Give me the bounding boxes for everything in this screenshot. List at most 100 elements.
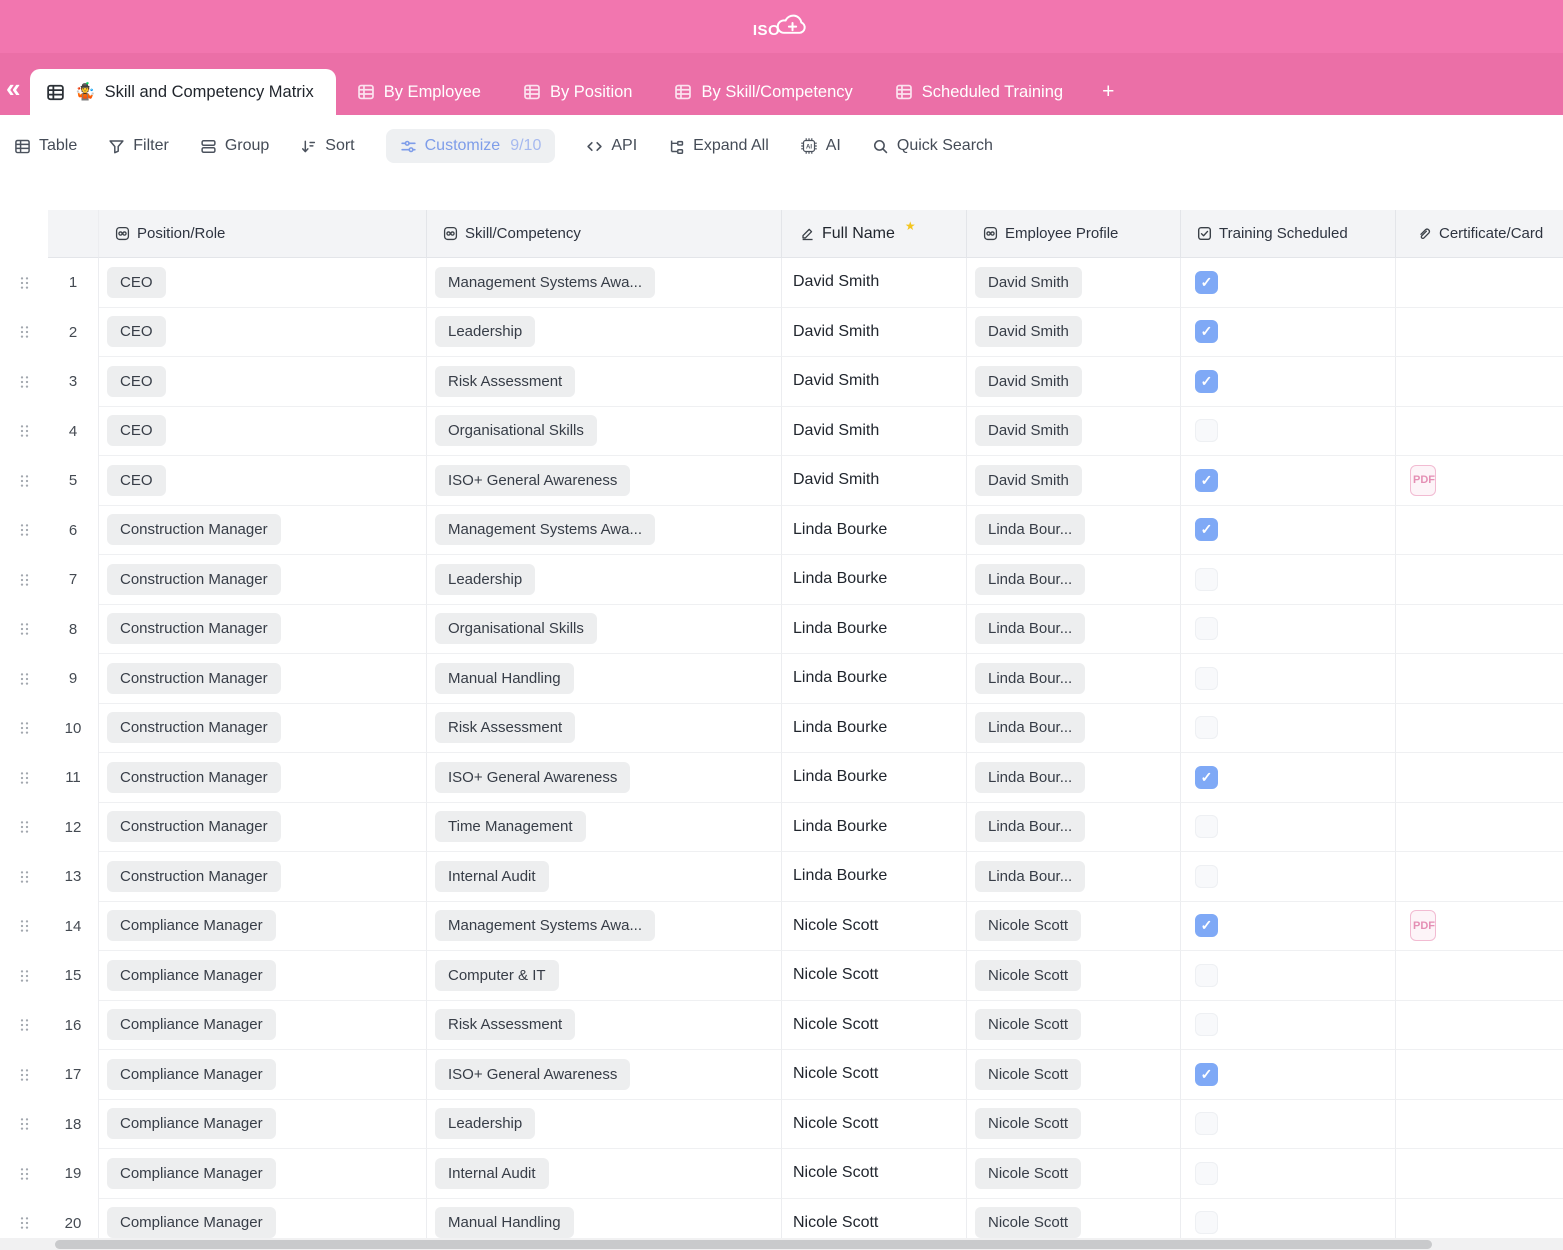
drag-handle-icon[interactable] bbox=[20, 523, 29, 537]
employee-profile-cell[interactable]: Linda Bour... bbox=[967, 803, 1181, 853]
full-name-cell[interactable]: David Smith bbox=[782, 407, 967, 457]
training-scheduled-cell[interactable] bbox=[1181, 1001, 1396, 1051]
position-role-cell[interactable]: CEO bbox=[99, 407, 427, 457]
column-header-training-scheduled[interactable]: Training Scheduled bbox=[1181, 210, 1396, 258]
table-row[interactable]: 6 Construction Manager Management System… bbox=[0, 506, 1563, 556]
training-scheduled-cell[interactable] bbox=[1181, 308, 1396, 358]
training-checkbox[interactable] bbox=[1195, 964, 1218, 987]
full-name-cell[interactable]: Nicole Scott bbox=[782, 951, 967, 1001]
skill-competency-cell[interactable]: Time Management bbox=[427, 803, 782, 853]
training-scheduled-cell[interactable] bbox=[1181, 1050, 1396, 1100]
full-name-cell[interactable]: Linda Bourke bbox=[782, 654, 967, 704]
employee-profile-cell[interactable]: Nicole Scott bbox=[967, 902, 1181, 952]
training-checkbox[interactable] bbox=[1195, 419, 1218, 442]
employee-profile-tag[interactable]: Linda Bour... bbox=[975, 514, 1085, 545]
training-checkbox[interactable] bbox=[1195, 865, 1218, 888]
position-tag[interactable]: CEO bbox=[107, 366, 166, 397]
drag-handle-icon[interactable] bbox=[20, 721, 29, 735]
position-tag[interactable]: Construction Manager bbox=[107, 514, 281, 545]
employee-profile-cell[interactable]: David Smith bbox=[967, 357, 1181, 407]
position-role-cell[interactable]: CEO bbox=[99, 308, 427, 358]
table-row[interactable]: 18 Compliance Manager Leadership Nicole … bbox=[0, 1100, 1563, 1150]
training-checkbox[interactable] bbox=[1195, 469, 1218, 492]
position-role-cell[interactable]: Construction Manager bbox=[99, 803, 427, 853]
employee-profile-tag[interactable]: David Smith bbox=[975, 267, 1082, 298]
employee-profile-cell[interactable]: Linda Bour... bbox=[967, 506, 1181, 556]
skill-competency-cell[interactable]: Organisational Skills bbox=[427, 407, 782, 457]
full-name-cell[interactable]: David Smith bbox=[782, 258, 967, 308]
employee-profile-tag[interactable]: David Smith bbox=[975, 465, 1082, 496]
table-row[interactable]: 5 CEO ISO+ General Awareness David Smith… bbox=[0, 456, 1563, 506]
certificate-card-cell[interactable] bbox=[1396, 704, 1563, 754]
horizontal-scrollbar-thumb[interactable] bbox=[55, 1240, 1432, 1249]
certificate-card-cell[interactable] bbox=[1396, 605, 1563, 655]
full-name-cell[interactable]: Nicole Scott bbox=[782, 902, 967, 952]
collapse-sidebar-icon[interactable]: « bbox=[0, 75, 30, 115]
employee-profile-cell[interactable]: Linda Bour... bbox=[967, 555, 1181, 605]
skill-competency-cell[interactable]: Organisational Skills bbox=[427, 605, 782, 655]
training-scheduled-cell[interactable] bbox=[1181, 605, 1396, 655]
training-scheduled-cell[interactable] bbox=[1181, 456, 1396, 506]
certificate-card-cell[interactable] bbox=[1396, 1050, 1563, 1100]
table-row[interactable]: 16 Compliance Manager Risk Assessment Ni… bbox=[0, 1001, 1563, 1051]
drag-handle-icon[interactable] bbox=[20, 375, 29, 389]
certificate-card-cell[interactable] bbox=[1396, 852, 1563, 902]
position-role-cell[interactable]: Compliance Manager bbox=[99, 1149, 427, 1199]
skill-tag[interactable]: Internal Audit bbox=[435, 861, 549, 892]
certificate-card-cell[interactable] bbox=[1396, 506, 1563, 556]
skill-tag[interactable]: Management Systems Awa... bbox=[435, 514, 655, 545]
position-tag[interactable]: Construction Manager bbox=[107, 861, 281, 892]
column-header-employee-profile[interactable]: Employee Profile bbox=[967, 210, 1181, 258]
skill-competency-cell[interactable]: Leadership bbox=[427, 1100, 782, 1150]
position-role-cell[interactable]: CEO bbox=[99, 258, 427, 308]
skill-competency-cell[interactable]: Risk Assessment bbox=[427, 704, 782, 754]
skill-competency-cell[interactable]: Risk Assessment bbox=[427, 1001, 782, 1051]
filter-button[interactable]: Filter bbox=[108, 137, 169, 155]
drag-handle-icon[interactable] bbox=[20, 325, 29, 339]
certificate-card-cell[interactable] bbox=[1396, 1149, 1563, 1199]
position-role-cell[interactable]: Compliance Manager bbox=[99, 902, 427, 952]
table-row[interactable]: 11 Construction Manager ISO+ General Awa… bbox=[0, 753, 1563, 803]
training-checkbox[interactable] bbox=[1195, 617, 1218, 640]
skill-tag[interactable]: Computer & IT bbox=[435, 960, 559, 991]
skill-competency-cell[interactable]: Internal Audit bbox=[427, 1149, 782, 1199]
full-name-cell[interactable]: Linda Bourke bbox=[782, 852, 967, 902]
certificate-card-cell[interactable] bbox=[1396, 654, 1563, 704]
training-checkbox[interactable] bbox=[1195, 766, 1218, 789]
training-checkbox[interactable] bbox=[1195, 1013, 1218, 1036]
column-header-position-role[interactable]: Position/Role bbox=[99, 210, 427, 258]
full-name-cell[interactable]: Nicole Scott bbox=[782, 1001, 967, 1051]
drag-handle-icon[interactable] bbox=[20, 969, 29, 983]
full-name-cell[interactable]: Linda Bourke bbox=[782, 555, 967, 605]
quick-search-button[interactable]: Quick Search bbox=[872, 137, 993, 155]
table-row[interactable]: 8 Construction Manager Organisational Sk… bbox=[0, 605, 1563, 655]
employee-profile-tag[interactable]: Nicole Scott bbox=[975, 910, 1081, 941]
employee-profile-tag[interactable]: Linda Bour... bbox=[975, 663, 1085, 694]
position-tag[interactable]: CEO bbox=[107, 465, 166, 496]
skill-tag[interactable]: Organisational Skills bbox=[435, 415, 597, 446]
table-row[interactable]: 15 Compliance Manager Computer & IT Nico… bbox=[0, 951, 1563, 1001]
employee-profile-cell[interactable]: Linda Bour... bbox=[967, 605, 1181, 655]
position-tag[interactable]: Compliance Manager bbox=[107, 1059, 276, 1090]
certificate-card-cell[interactable] bbox=[1396, 258, 1563, 308]
employee-profile-cell[interactable]: Nicole Scott bbox=[967, 951, 1181, 1001]
full-name-cell[interactable]: Linda Bourke bbox=[782, 803, 967, 853]
table-row[interactable]: 1 CEO Management Systems Awa... David Sm… bbox=[0, 258, 1563, 308]
skill-competency-cell[interactable]: Management Systems Awa... bbox=[427, 506, 782, 556]
employee-profile-tag[interactable]: Linda Bour... bbox=[975, 861, 1085, 892]
skill-competency-cell[interactable]: Leadership bbox=[427, 308, 782, 358]
skill-tag[interactable]: Organisational Skills bbox=[435, 613, 597, 644]
training-checkbox[interactable] bbox=[1195, 1112, 1218, 1135]
certificate-card-cell[interactable]: PDF bbox=[1396, 456, 1563, 506]
certificate-card-cell[interactable] bbox=[1396, 308, 1563, 358]
position-role-cell[interactable]: Compliance Manager bbox=[99, 1001, 427, 1051]
employee-profile-cell[interactable]: Linda Bour... bbox=[967, 704, 1181, 754]
position-role-cell[interactable]: Construction Manager bbox=[99, 704, 427, 754]
skill-competency-cell[interactable]: ISO+ General Awareness bbox=[427, 753, 782, 803]
expand-all-button[interactable]: Expand All bbox=[668, 137, 769, 155]
skill-competency-cell[interactable]: Management Systems Awa... bbox=[427, 902, 782, 952]
pdf-attachment[interactable]: PDF bbox=[1410, 910, 1436, 941]
position-role-cell[interactable]: Compliance Manager bbox=[99, 1050, 427, 1100]
employee-profile-tag[interactable]: Nicole Scott bbox=[975, 1108, 1081, 1139]
training-checkbox[interactable] bbox=[1195, 716, 1218, 739]
